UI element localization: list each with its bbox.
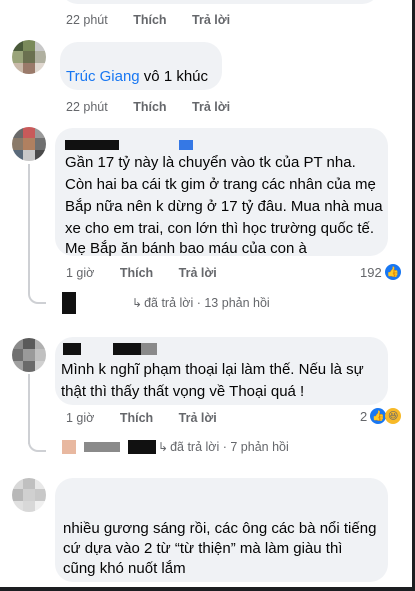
- comment-text-line-1: nhiều gương sáng rồi, các ông các bà nổi…: [63, 520, 377, 537]
- comment-text-line-5: Mẹ Bắp ăn bánh bao máu của con à: [65, 240, 307, 257]
- comment-bubble: Mình k nghĩ phạm thoại lại làm thế. Nếu …: [55, 337, 388, 405]
- replier-avatar-redacted: [62, 292, 76, 314]
- view-replies-link[interactable]: ↳ đã trả lời · 13 phản hồi: [62, 292, 270, 314]
- like-button[interactable]: Thích: [133, 13, 166, 27]
- comment-text-line-1: Gần 17 tỷ này là chuyển vào tk của PT nh…: [65, 154, 356, 171]
- like-button[interactable]: Thích: [120, 266, 153, 280]
- thread-connector: [28, 436, 46, 452]
- author-badge: [179, 140, 193, 150]
- author-name-redacted: [113, 343, 141, 355]
- like-button[interactable]: Thích: [120, 411, 153, 425]
- comment-bubble: Gần 17 tỷ này là chuyển vào tk của PT nh…: [55, 128, 388, 257]
- author-name-redacted[interactable]: [63, 343, 81, 355]
- comment-time: 22 phút: [66, 13, 108, 27]
- like-reaction-icon: 👍: [384, 264, 401, 280]
- comment-bubble: nhiều gương sáng rồi, các ông các bà nổi…: [55, 478, 388, 582]
- author-name-redacted: [141, 343, 157, 355]
- comment-meta: 22 phút Thích Trả lời: [66, 100, 252, 114]
- thread-line: [28, 164, 30, 288]
- comment-text-line-2: Còn hai ba cái tk gim ở trang các nhân c…: [65, 176, 376, 193]
- thread-line: [28, 374, 30, 444]
- reply-button[interactable]: Trả lời: [179, 411, 217, 425]
- like-button[interactable]: Thích: [133, 100, 166, 114]
- previous-comment-meta: 22 phút Thích Trả lời: [66, 13, 252, 27]
- reaction-count[interactable]: 2 👍 😆: [360, 408, 402, 424]
- comment-text-line-3: Bắp nữa nên k dừng ở 17 tỷ đâu. Mua nhà …: [65, 198, 383, 215]
- previous-comment-bubble-edge: [60, 0, 380, 4]
- comment-meta: 1 giờ Thích Trả lời: [66, 411, 239, 425]
- comment-text-line-2: cứ dựa vào 2 từ “từ thiện” mà làm giàu t…: [63, 540, 343, 557]
- replier-avatar-redacted: [62, 440, 76, 454]
- author-name-redacted[interactable]: [65, 140, 119, 150]
- comment-text: Trúc Giang vô 1 khúc: [66, 68, 209, 85]
- comment-text-line-4: xe cho em trai, con lớn thì học trường q…: [65, 220, 375, 237]
- replier-name-redacted: [128, 440, 156, 454]
- avatar[interactable]: [12, 478, 46, 512]
- reply-button[interactable]: Trả lời: [192, 100, 230, 114]
- comment-text-line-3: cũng khó nuốt lắm: [63, 560, 186, 577]
- reply-arrow-icon: ↳: [132, 296, 143, 310]
- frame-border: [0, 587, 415, 591]
- comment-text-line-1: Mình k nghĩ phạm thoại lại làm thế. Nếu …: [61, 361, 364, 378]
- haha-reaction-icon: 😆: [385, 408, 402, 424]
- reaction-count[interactable]: 192 👍: [360, 264, 401, 280]
- replier-name-redacted: [84, 442, 120, 452]
- like-reaction-icon: 👍: [370, 408, 387, 424]
- comment-time: 1 giờ: [66, 411, 95, 425]
- mentioned-user-link[interactable]: Trúc Giang: [66, 68, 140, 85]
- avatar[interactable]: [12, 127, 46, 161]
- comment-bubble: Trúc Giang vô 1 khúc: [60, 42, 222, 90]
- reply-button[interactable]: Trả lời: [192, 13, 230, 27]
- comment-time: 1 giờ: [66, 266, 95, 280]
- reply-button[interactable]: Trả lời: [179, 266, 217, 280]
- comment-text-line-2: thật thì thấy thất vọng về Thoại quá !: [61, 383, 305, 400]
- avatar[interactable]: [12, 40, 46, 74]
- view-replies-link[interactable]: ↳ đã trả lời · 7 phản hồi: [62, 440, 289, 454]
- avatar[interactable]: [12, 338, 46, 372]
- comment-time: 22 phút: [66, 100, 108, 114]
- comment-meta: 1 giờ Thích Trả lời: [66, 266, 239, 280]
- reply-arrow-icon: ↳: [158, 440, 169, 454]
- thread-connector: [28, 288, 46, 304]
